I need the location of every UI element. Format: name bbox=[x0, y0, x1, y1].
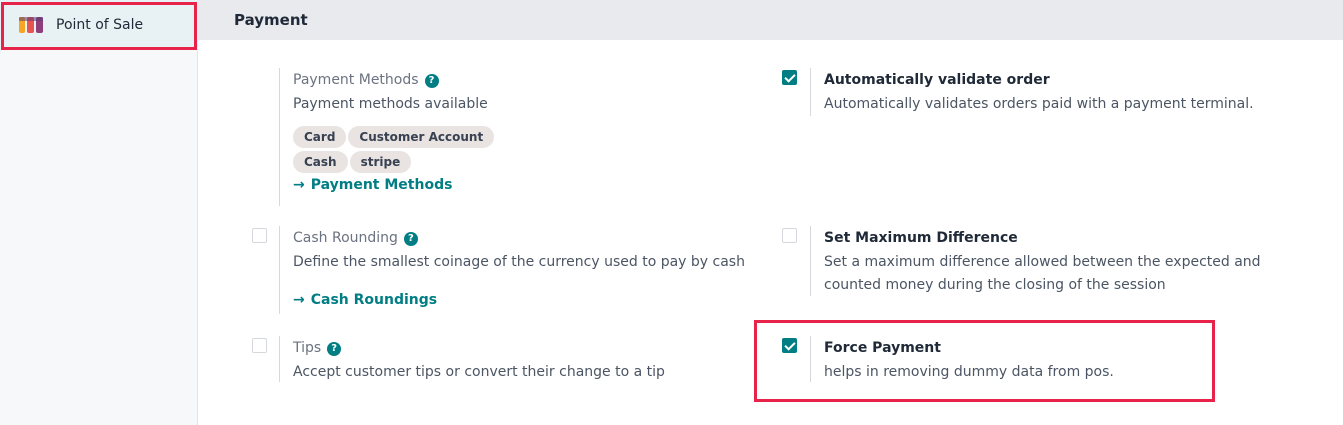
settings-sidebar: Point of Sale bbox=[0, 0, 198, 425]
setting-title: Cash Rounding? bbox=[293, 228, 745, 248]
arrow-right-icon: → bbox=[293, 177, 305, 193]
setting-max-difference: Set Maximum Difference Set a maximum dif… bbox=[810, 226, 1280, 298]
setting-divider bbox=[810, 336, 811, 382]
setting-description: Define the smallest coinage of the curre… bbox=[293, 254, 745, 270]
setting-description: helps in removing dummy data from pos. bbox=[824, 364, 1114, 380]
help-icon[interactable]: ? bbox=[424, 74, 439, 88]
setting-payment-methods: Payment Methods? Payment methods availab… bbox=[279, 68, 699, 208]
auto-validate-checkbox[interactable] bbox=[782, 70, 797, 85]
setting-description: Accept customer tips or convert their ch… bbox=[293, 364, 665, 380]
help-icon[interactable]: ? bbox=[403, 232, 418, 246]
setting-title: Set Maximum Difference bbox=[824, 230, 1018, 246]
section-header: Payment bbox=[198, 0, 1343, 40]
tag-stripe[interactable]: stripe bbox=[349, 151, 412, 173]
max-difference-checkbox[interactable] bbox=[782, 228, 797, 243]
setting-description: Set a maximum difference allowed between… bbox=[824, 254, 1261, 293]
setting-tips: Tips? Accept customer tips or convert th… bbox=[279, 336, 749, 384]
setting-description: Payment methods available bbox=[293, 96, 488, 112]
setting-divider bbox=[279, 68, 280, 206]
setting-title: Force Payment bbox=[824, 340, 941, 356]
section-title: Payment bbox=[234, 11, 308, 29]
setting-title: Automatically validate order bbox=[824, 72, 1050, 88]
cash-rounding-checkbox[interactable] bbox=[252, 228, 267, 243]
sidebar-item-point-of-sale[interactable]: Point of Sale bbox=[0, 0, 198, 50]
cash-roundings-link[interactable]: → Cash Roundings bbox=[293, 292, 745, 308]
setting-divider bbox=[810, 68, 811, 116]
setting-title: Payment Methods? bbox=[293, 70, 513, 90]
setting-description: Automatically validates orders paid with… bbox=[824, 96, 1254, 112]
tag-card[interactable]: Card bbox=[293, 126, 347, 148]
tips-checkbox[interactable] bbox=[252, 338, 267, 353]
tag-cash[interactable]: Cash bbox=[293, 151, 348, 173]
sidebar-item-label: Point of Sale bbox=[56, 17, 144, 33]
tag-customer-account[interactable]: Customer Account bbox=[348, 126, 495, 148]
setting-auto-validate: Automatically validate order Automatical… bbox=[810, 68, 1290, 118]
force-payment-checkbox[interactable] bbox=[782, 338, 797, 353]
arrow-right-icon: → bbox=[293, 292, 305, 308]
setting-divider bbox=[279, 226, 280, 314]
help-icon[interactable]: ? bbox=[327, 342, 342, 356]
setting-divider bbox=[279, 336, 280, 382]
point-of-sale-icon bbox=[19, 17, 43, 33]
payment-methods-link[interactable]: → Payment Methods bbox=[293, 177, 513, 193]
setting-force-payment: Force Payment helps in removing dummy da… bbox=[810, 336, 1190, 384]
payment-method-tags: Card Customer Account Cash stripe bbox=[293, 126, 513, 176]
setting-cash-rounding: Cash Rounding? Define the smallest coina… bbox=[279, 226, 749, 316]
setting-title: Tips? bbox=[293, 338, 665, 358]
setting-divider bbox=[810, 226, 811, 296]
